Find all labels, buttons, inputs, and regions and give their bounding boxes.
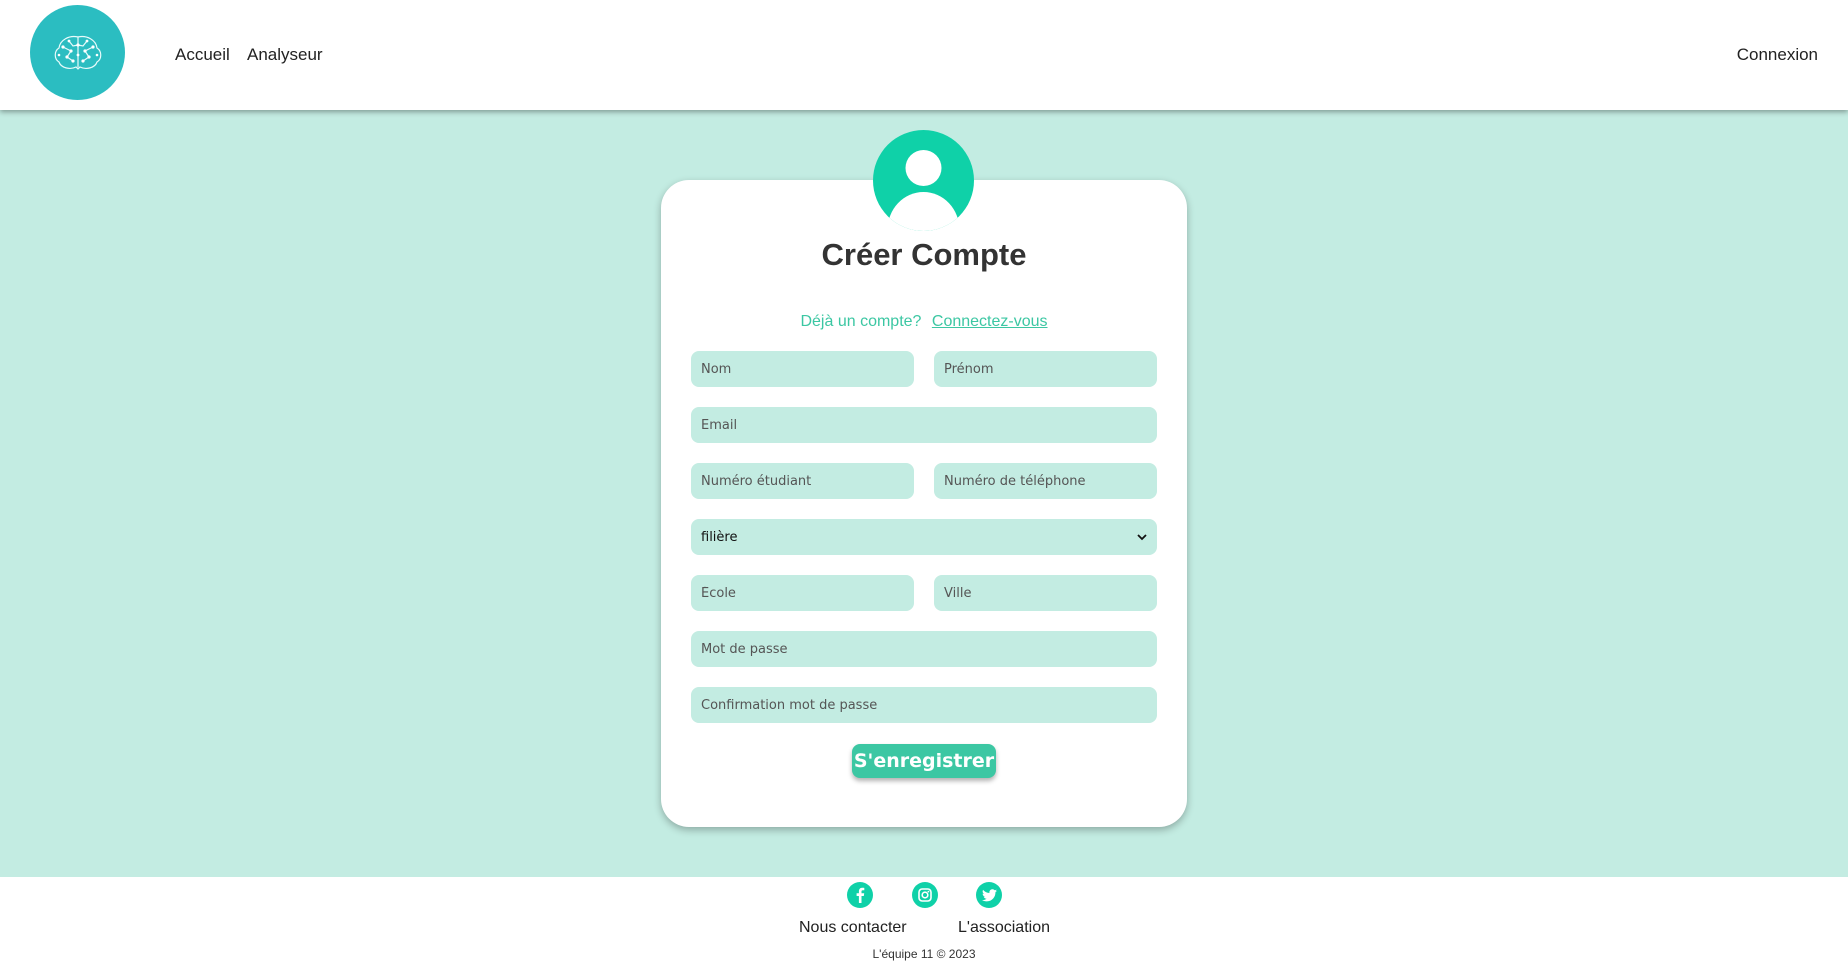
school-input[interactable] <box>691 575 914 611</box>
copyright-text: L'équipe 11 © 2023 <box>872 947 976 961</box>
first-name-input[interactable] <box>934 351 1157 387</box>
register-button[interactable]: S'enregistrer <box>852 744 996 778</box>
email-input[interactable] <box>691 407 1157 443</box>
contact-link[interactable]: Nous contacter <box>799 919 907 937</box>
nav-home-link[interactable]: Accueil <box>175 45 230 65</box>
brain-logo-icon[interactable] <box>30 5 125 100</box>
login-prompt-text: Déjà un compte? <box>800 313 922 330</box>
instagram-icon[interactable] <box>912 882 938 908</box>
brain-icon <box>54 35 101 70</box>
form-title: Créer Compte <box>821 237 1027 272</box>
chevron-down-icon <box>1137 530 1147 544</box>
city-input[interactable] <box>934 575 1157 611</box>
last-name-input[interactable] <box>691 351 914 387</box>
login-link[interactable]: Connectez-vous <box>932 313 1048 330</box>
top-navbar: Accueil Analyseur Connexion <box>0 0 1848 110</box>
phone-input[interactable] <box>934 463 1157 499</box>
password-input[interactable] <box>691 631 1157 667</box>
student-number-input[interactable] <box>691 463 914 499</box>
program-select-value: filière <box>701 529 738 545</box>
user-icon <box>887 150 960 231</box>
program-select[interactable]: filière <box>691 519 1157 555</box>
nav-login-link[interactable]: Connexion <box>1737 45 1818 65</box>
footer: Nous contacter L'association L'équipe 11… <box>0 877 1848 969</box>
nav-analyzer-link[interactable]: Analyseur <box>247 45 323 65</box>
twitter-icon[interactable] <box>976 882 1002 908</box>
association-link[interactable]: L'association <box>958 919 1050 937</box>
main-content: Créer Compte Déjà un compte? Connectez-v… <box>0 110 1848 877</box>
login-prompt: Déjà un compte? Connectez-vous <box>661 313 1187 331</box>
confirm-password-input[interactable] <box>691 687 1157 723</box>
register-card: Créer Compte Déjà un compte? Connectez-v… <box>661 180 1187 827</box>
facebook-icon[interactable] <box>847 882 873 908</box>
user-avatar-icon <box>873 130 974 231</box>
